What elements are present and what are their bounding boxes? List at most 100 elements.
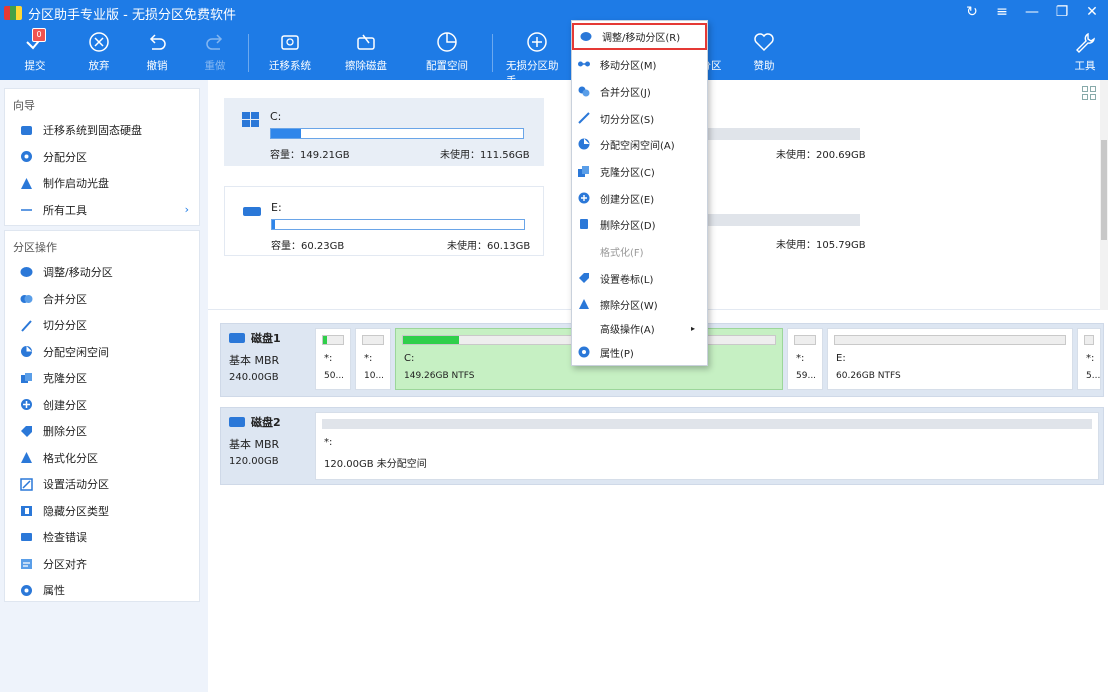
migrate-system-button[interactable]: 迁移系统 [259,30,321,73]
usage-fill [272,220,275,229]
chevron-right-icon: › [184,203,189,217]
clone-icon [578,165,590,177]
free-text: 未使用：111.56GB [440,150,530,161]
resize-icon [580,30,592,42]
partition-block[interactable]: *: 50... [315,328,351,390]
menu-item-move[interactable]: 移动分区(M) [572,51,707,78]
partition-block[interactable]: *: 59... [787,328,823,390]
partition-label: *: [324,437,333,448]
set-active-icon [19,477,33,491]
menu-item-properties[interactable]: 属性(P) [572,339,707,366]
menu-item-merge[interactable]: 合并分区(J) [572,78,707,105]
sidebar-item-label: 制作启动光盘 [43,177,109,191]
partition-block[interactable]: *: 10... [355,328,391,390]
create-icon [578,192,590,204]
menu-item-set-label[interactable]: 设置卷标(L) [572,265,707,292]
merge-icon [578,85,590,97]
discard-button[interactable]: 放弃 [68,30,130,73]
menu-item-delete[interactable]: 删除分区(D) [572,211,707,238]
sidebar-item-migrate-ssd[interactable]: 迁移系统到固态硬盘 [5,117,199,144]
partition-label: *: [324,353,333,364]
disk-size: 120.00GB [229,456,279,467]
sidebar-item-clone-partition[interactable]: 克隆分区 [5,365,199,392]
properties-icon [578,346,590,358]
menu-icon[interactable]: ≡ [994,4,1010,20]
allocate-free-space-icon [19,345,33,359]
sidebar-item-label: 创建分区 [43,398,87,412]
sidebar-item-allocate-free-space[interactable]: 分配空闲空间 [5,339,199,366]
sidebar-item-create-partition[interactable]: 创建分区 [5,392,199,419]
toolbar-divider [492,34,493,72]
free-text: 未使用：105.79GB [776,240,866,251]
menu-item-allocate[interactable]: 分配空闲空间(A) [572,131,707,158]
plus-circle-icon [525,30,549,54]
sidebar-item-label: 迁移系统到固态硬盘 [43,124,142,138]
disk-info: 磁盘2 基本 MBR 120.00GB [229,414,309,467]
partition-block[interactable]: *: 5... [1077,328,1101,390]
menu-item-format[interactable]: 格式化(F) [572,238,707,265]
minimize-icon[interactable]: — [1024,4,1040,20]
sidebar-item-all-tools[interactable]: 所有工具 › [5,197,199,224]
view-toggle-icon[interactable] [1082,86,1096,100]
partition-label: *: [364,353,373,364]
partition-block-unallocated[interactable]: *: 120.00GB 未分配空间 [315,412,1099,480]
allocate-space-label: 配置空间 [426,60,468,72]
vertical-scrollbar[interactable] [1100,80,1108,310]
redo-button[interactable]: 重做 [184,30,246,73]
capacity-text: 容量：60.23GB [271,241,345,252]
sidebar-item-set-active[interactable]: 设置活动分区 [5,471,199,498]
sidebar-item-allocate-partition[interactable]: 分配分区 [5,144,199,171]
clone-partition-icon [19,371,33,385]
sidebar-item-delete-partition[interactable]: 删除分区 [5,418,199,445]
menu-item-advanced[interactable]: 高级操作(A) ▸ [572,315,707,342]
sidebar-item-merge-partition[interactable]: 合并分区 [5,286,199,313]
partition-usage-bar [834,335,1066,345]
partition-block[interactable]: E: 60.26GB NTFS [827,328,1073,390]
sidebar-item-properties[interactable]: 属性 [5,577,199,604]
menu-item-create[interactable]: 创建分区(E) [572,185,707,212]
tools-button[interactable]: 工具 [1054,30,1108,73]
window-title: 分区助手专业版 - 无损分区免费软件 [28,7,236,23]
maximize-icon[interactable]: ❐ [1054,4,1070,20]
top-bar: 分区助手专业版 - 无损分区免费软件 ↻ ≡ — ❐ ✕ 0 提交 放弃 撤销 [0,0,1108,87]
scrollbar-thumb[interactable] [1101,140,1107,240]
sidebar-item-check-error[interactable]: 检查错误 [5,524,199,551]
sidebar-item-split-partition[interactable]: 切分分区 [5,312,199,339]
disk-row-2: 磁盘2 基本 MBR 120.00GB *: 120.00GB 未分配空间 [220,407,1104,485]
menu-item-clone[interactable]: 克隆分区(C) [572,158,707,185]
partition-name: C: [270,110,282,123]
menu-item-split[interactable]: 切分分区(S) [572,105,707,132]
sidebar-item-label: 克隆分区 [43,372,87,386]
sidebar-item-bootable-disc[interactable]: 制作启动光盘 [5,170,199,197]
menu-item-resize-move[interactable]: 调整/移动分区(R) [572,23,707,50]
sponsor-button[interactable]: 赞助 [733,30,795,73]
split-icon [578,112,590,124]
sidebar-item-format-partition[interactable]: 格式化分区 [5,445,199,472]
close-icon[interactable]: ✕ [1084,4,1100,20]
partition-size: 120.00GB 未分配空间 [324,459,427,470]
partition-card-e[interactable]: E: 容量：60.23GB 未使用：60.13GB [224,186,544,256]
bootable-disc-icon [19,176,33,190]
sidebar-item-align-partition[interactable]: 分区对齐 [5,551,199,578]
partition-usage-bar [1084,335,1094,345]
menu-item-label: 移动分区(M) [600,60,657,72]
partition-card-4[interactable]: 未使用：105.79GB [708,200,878,254]
allocate-space-button[interactable]: 配置空间 [416,30,478,73]
sidebar-item-label: 设置活动分区 [43,478,109,492]
sidebar-item-resize-partition[interactable]: 调整/移动分区 [5,259,199,286]
sidebar-item-hide-partition[interactable]: 隐藏分区类型 [5,498,199,525]
partition-size: 149.26GB NTFS [404,371,475,381]
windows-icon [242,112,259,127]
partition-size: 60.26GB NTFS [836,371,901,381]
all-tools-icon [19,203,33,217]
partition-label: *: [796,353,805,364]
operations-title: 分区操作 [13,241,57,254]
submit-button[interactable]: 0 提交 [4,28,66,73]
wipe-disk-button[interactable]: 擦除磁盘 [335,30,397,73]
partition-card-3[interactable]: 未使用：200.69GB [708,116,878,166]
partition-card-c[interactable]: C: 容量：149.21GB 未使用：111.56GB [224,98,544,166]
sidebar-item-label: 检查错误 [43,531,87,545]
refresh-icon[interactable]: ↻ [964,4,980,20]
menu-item-wipe[interactable]: 擦除分区(W) [572,291,707,318]
undo-button[interactable]: 撤销 [126,30,188,73]
